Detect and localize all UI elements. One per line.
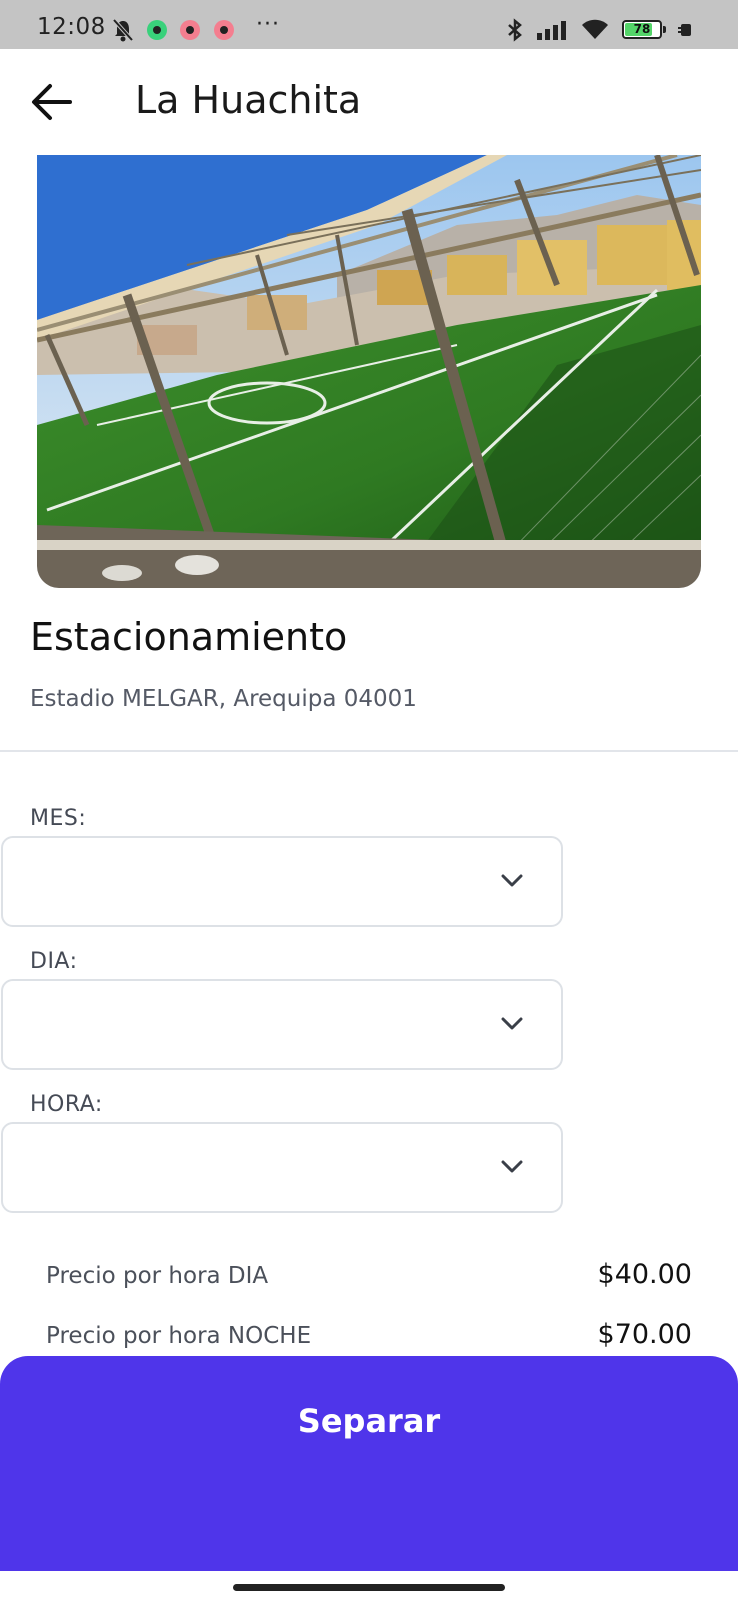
more-notifications-icon: ··· xyxy=(256,12,280,37)
gmail-icon xyxy=(180,20,200,40)
day-select[interactable] xyxy=(1,979,563,1070)
signal-icon xyxy=(536,18,568,46)
separar-button-label: Separar xyxy=(297,1402,441,1440)
bell-muted-icon xyxy=(112,18,134,46)
price-label: Precio por hora NOCHE xyxy=(46,1323,312,1349)
price-label: Precio por hora DIA xyxy=(46,1263,269,1289)
price-row-day: Precio por hora DIA $40.00 xyxy=(46,1257,692,1297)
price-value: $70.00 xyxy=(597,1319,692,1350)
back-button[interactable] xyxy=(30,80,76,124)
venue-photo xyxy=(37,155,701,588)
chevron-down-icon xyxy=(501,1160,523,1173)
page-title: La Huachita xyxy=(135,78,362,122)
status-bar: 12:08 ··· 78 xyxy=(0,0,738,49)
venue-address: Estadio MELGAR, Arequipa 04001 xyxy=(30,686,417,712)
divider xyxy=(0,750,738,752)
hour-select[interactable] xyxy=(1,1122,563,1213)
price-value: $40.00 xyxy=(597,1259,692,1290)
price-row-night: Precio por hora NOCHE $70.00 xyxy=(46,1317,692,1357)
hour-label: HORA: xyxy=(30,1092,103,1117)
day-label: DIA: xyxy=(30,949,78,974)
month-select[interactable] xyxy=(1,836,563,927)
home-indicator[interactable] xyxy=(233,1584,505,1591)
chevron-down-icon xyxy=(501,1017,523,1030)
chevron-down-icon xyxy=(501,874,523,887)
month-label: MES: xyxy=(30,806,87,831)
charging-icon xyxy=(678,18,694,46)
battery-cap xyxy=(663,26,666,33)
arrow-left-icon xyxy=(32,84,72,120)
gmail-icon xyxy=(214,20,234,40)
separar-button[interactable]: Separar xyxy=(0,1356,738,1571)
venue-name: Estacionamiento xyxy=(30,615,348,659)
wifi-icon xyxy=(580,16,610,46)
battery-indicator: 78 xyxy=(622,20,662,39)
battery-level: 78 xyxy=(633,22,651,36)
status-time: 12:08 xyxy=(37,14,106,40)
whatsapp-icon xyxy=(147,20,167,40)
bluetooth-icon xyxy=(506,18,524,46)
